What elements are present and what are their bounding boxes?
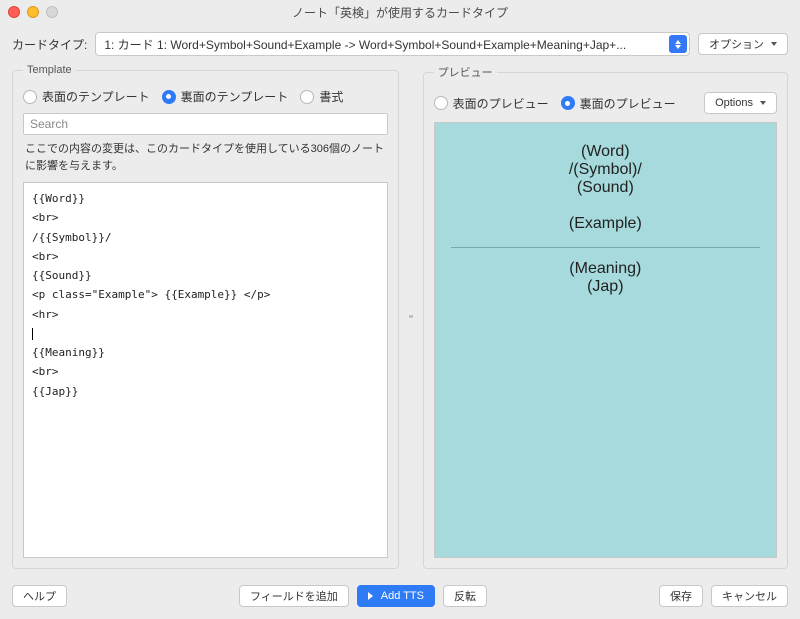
window: ノート「英検」が使用するカードタイプ カードタイプ: 1: カード 1: Wor… (0, 0, 800, 619)
card-type-select[interactable]: 1: カード 1: Word+Symbol+Sound+Example -> W… (95, 32, 690, 56)
options-button[interactable]: オプション (698, 33, 788, 55)
template-radio-group: 表面のテンプレート 裏面のテンプレート 書式 (23, 86, 388, 113)
card-type-label: カードタイプ: (12, 36, 87, 53)
save-button[interactable]: 保存 (659, 585, 703, 607)
preview-panel: プレビュー 表面のプレビュー 裏面のプレビュー Options (Word) (423, 64, 788, 569)
caret-down-icon (771, 42, 777, 46)
traffic-lights (8, 6, 58, 18)
preview-symbol: /(Symbol)/ (569, 161, 642, 179)
content: Template 表面のテンプレート 裏面のテンプレート 書式 Search (0, 64, 800, 577)
preview-legend: プレビュー (434, 64, 497, 80)
template-panel: Template 表面のテンプレート 裏面のテンプレート 書式 Search (12, 64, 399, 569)
change-warning-text: ここでの内容の変更は、このカードタイプを使用している306個のノートに影響を与え… (23, 135, 388, 182)
radio-icon (23, 90, 37, 104)
splitter-handle[interactable] (409, 64, 413, 569)
add-tts-button[interactable]: Add TTS (357, 585, 435, 607)
radio-front-template[interactable]: 表面のテンプレート (23, 88, 150, 105)
preview-radio-group: 表面のプレビュー 裏面のプレビュー Options (434, 90, 777, 122)
preview-jap: (Jap) (587, 278, 623, 296)
minimize-icon[interactable] (27, 6, 39, 18)
play-icon (368, 592, 373, 600)
window-title: ノート「英検」が使用するカードタイプ (8, 4, 792, 21)
radio-style[interactable]: 書式 (300, 88, 343, 105)
preview-sound: (Sound) (577, 179, 634, 197)
preview-word: (Word) (581, 143, 630, 161)
radio-icon (434, 96, 448, 110)
toolbar: カードタイプ: 1: カード 1: Word+Symbol+Sound+Exam… (0, 24, 800, 64)
preview-divider (451, 247, 760, 248)
search-input[interactable]: Search (23, 113, 388, 135)
caret-down-icon (760, 101, 766, 105)
cancel-button[interactable]: キャンセル (711, 585, 788, 607)
radio-icon (300, 90, 314, 104)
dropdown-arrows-icon (669, 35, 687, 53)
bottom-bar: ヘルプ フィールドを追加 Add TTS 反転 保存 キャンセル (0, 577, 800, 619)
template-legend: Template (23, 64, 76, 76)
preview-meaning: (Meaning) (569, 260, 641, 278)
zoom-icon (46, 6, 58, 18)
radio-icon (561, 96, 575, 110)
radio-front-preview[interactable]: 表面のプレビュー (434, 95, 549, 112)
titlebar: ノート「英検」が使用するカードタイプ (0, 0, 800, 24)
add-field-button[interactable]: フィールドを追加 (239, 585, 349, 607)
flip-button[interactable]: 反転 (443, 585, 487, 607)
help-button[interactable]: ヘルプ (12, 585, 67, 607)
card-preview: (Word) /(Symbol)/ (Sound) (Example) (Mea… (434, 122, 777, 558)
card-type-select-value: 1: カード 1: Word+Symbol+Sound+Example -> W… (104, 36, 626, 53)
radio-icon (162, 90, 176, 104)
preview-example: (Example) (569, 215, 642, 233)
radio-back-template[interactable]: 裏面のテンプレート (162, 88, 289, 105)
template-code-editor[interactable]: {{Word}} <br> /{{Symbol}}/ <br> {{Sound}… (23, 182, 388, 558)
close-icon[interactable] (8, 6, 20, 18)
radio-back-preview[interactable]: 裏面のプレビュー (561, 95, 676, 112)
preview-options-button[interactable]: Options (704, 92, 777, 114)
